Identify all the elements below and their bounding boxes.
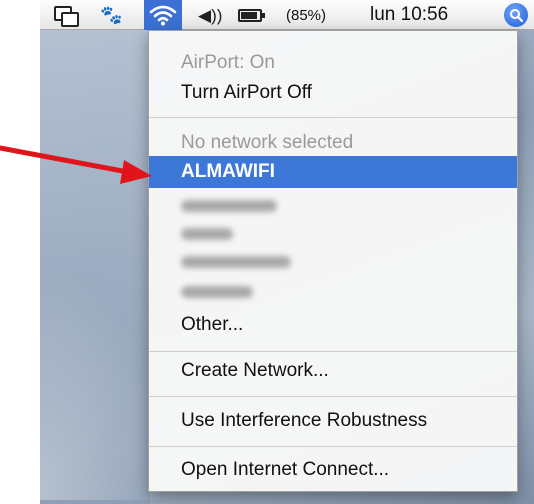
battery-icon[interactable]: [238, 4, 265, 26]
menubar-clock[interactable]: lun 10:56: [370, 4, 448, 26]
battery-percentage: (85%): [286, 6, 327, 24]
turn-airport-off-item[interactable]: Turn AirPort Off: [149, 77, 517, 109]
spotlight-icon[interactable]: [504, 3, 528, 27]
menu-separator: [149, 117, 517, 118]
network-item-blurred[interactable]: [181, 200, 277, 212]
network-item-almawifi[interactable]: ALMAWIFI: [149, 156, 517, 188]
wifi-icon[interactable]: [144, 0, 182, 30]
paw-icon[interactable]: 🐾: [100, 4, 122, 26]
other-network-item[interactable]: Other...: [149, 309, 517, 341]
network-item-blurred[interactable]: [181, 228, 233, 240]
menu-bar: 🐾 ◀)) (85%) lun 10:56: [40, 0, 534, 30]
screens-icon[interactable]: [54, 4, 79, 27]
create-network-item[interactable]: Create Network...: [149, 355, 517, 387]
network-status: No network selected: [181, 132, 354, 153]
volume-icon[interactable]: ◀)): [198, 4, 222, 26]
interference-robustness-item[interactable]: Use Interference Robustness: [149, 405, 517, 437]
airport-menu: AirPort: On Turn AirPort Off No network …: [148, 30, 518, 492]
airport-status: AirPort: On: [181, 52, 275, 73]
network-item-blurred[interactable]: [181, 286, 253, 298]
menu-separator: [149, 446, 517, 447]
network-item-blurred[interactable]: [181, 256, 291, 268]
open-internet-connect-item[interactable]: Open Internet Connect...: [149, 454, 517, 486]
menu-separator: [149, 351, 517, 352]
menu-separator: [149, 396, 517, 397]
